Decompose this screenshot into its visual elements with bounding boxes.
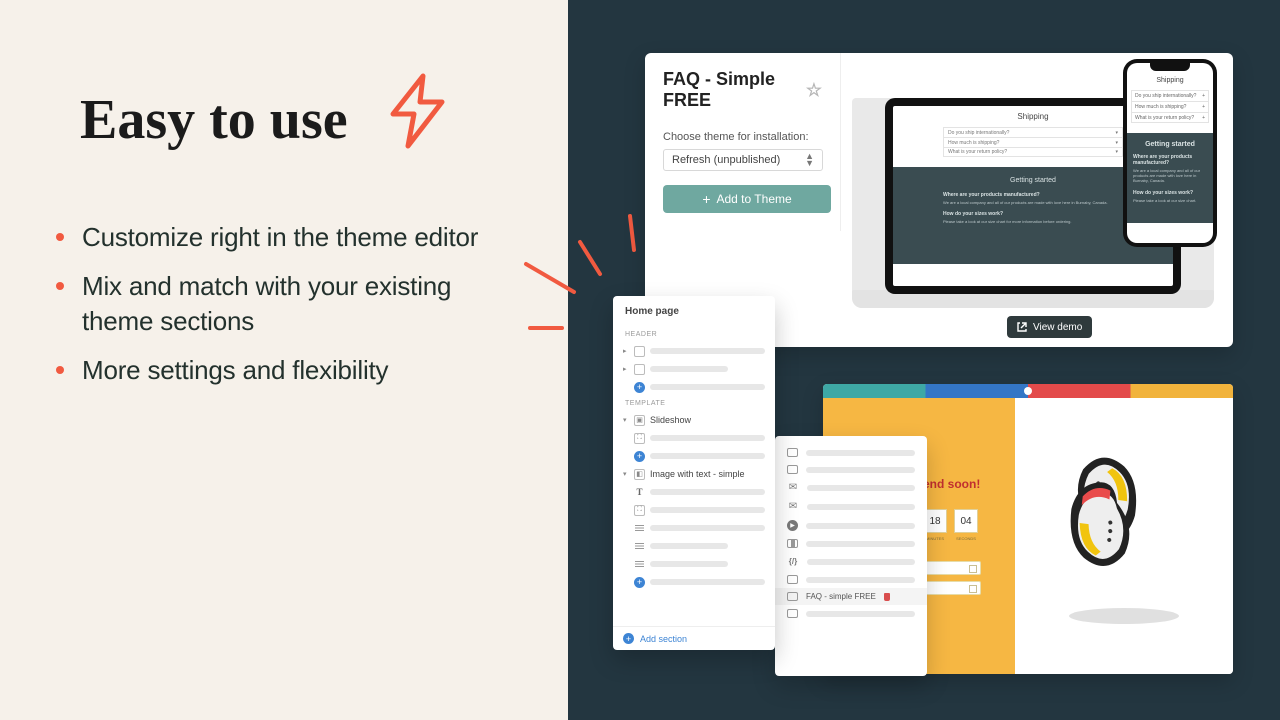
editor-row-add[interactable]: + [613,573,775,591]
editor-row[interactable] [613,537,775,555]
editor-row[interactable] [613,555,775,573]
phone-mockup: Shipping Do you ship internationally?+ H… [1123,59,1217,247]
expand-icon: ⛶ [634,433,645,444]
theme-editor-panel: Home page HEADER ▸ ▸ + TEMPLATE ▾▣Slides… [613,296,775,650]
favorite-star-icon[interactable]: ☆ [806,80,822,101]
editor-row-add[interactable]: + [613,378,775,396]
faq-row[interactable]: Do you ship internationally?▾ [943,127,1123,137]
tag-chip-icon [884,593,890,601]
paragraph-icon [634,559,645,570]
install-panel: FAQ - Simple FREE ☆ Choose theme for ins… [645,53,841,231]
header-label: HEADER [613,327,775,342]
promo-input[interactable] [923,581,981,595]
faq-question: How do your sizes work? [943,211,1123,217]
add-icon: + [623,633,634,644]
editor-row-slideshow[interactable]: ▾▣Slideshow [613,411,775,429]
faq-row[interactable]: What is your return policy?▾ [943,147,1123,157]
phone-section-title: Shipping [1127,77,1213,84]
section-row[interactable] [775,444,927,461]
sections-panel: ✉ ✉ ▶ {/} FAQ - simple FREE [775,436,927,676]
add-icon: + [634,382,645,393]
product-image [1015,398,1233,674]
section-row[interactable]: {/} [775,552,927,571]
timer-cell: 04 [954,509,978,533]
image-icon: ▣ [634,415,645,426]
plus-icon: + [702,192,710,206]
phone-notch [1150,63,1190,71]
mail-icon: ✉ [787,501,799,512]
play-icon: ▶ [787,520,798,531]
text-icon: T [634,487,645,498]
bullet-item: Mix and match with your existing theme s… [56,269,526,339]
add-to-theme-button[interactable]: + Add to Theme [663,185,831,213]
faq-answer: We are a local company and all of our pr… [1133,168,1207,184]
braces-icon: {/} [787,556,799,567]
section-row[interactable] [775,571,927,588]
app-title: FAQ - Simple FREE [663,69,798,111]
faq-row[interactable]: How much is shipping?+ [1131,101,1209,112]
editor-row[interactable]: ▸ [613,342,775,360]
editor-row[interactable] [613,519,775,537]
expand-icon: ⛶ [634,505,645,516]
editor-row-image-text[interactable]: ▾◧Image with text - simple [613,465,775,483]
editor-row[interactable]: ▸ [613,360,775,378]
editor-row[interactable]: T [613,483,775,501]
paragraph-icon [634,523,645,534]
mail-icon: ✉ [787,482,799,493]
section-row[interactable] [775,535,927,552]
template-label: TEMPLATE [613,396,775,411]
add-section-button[interactable]: + Add section [613,626,775,650]
view-demo-label: View demo [1033,322,1082,333]
split-icon [787,539,798,548]
promo-input[interactable] [923,561,981,575]
add-to-theme-label: Add to Theme [717,192,792,206]
shoe-illustration [1039,436,1209,636]
section-icon [787,592,798,601]
add-icon: + [634,577,645,588]
faq-answer: We are a local company and all of our pr… [943,200,1123,205]
promo-headline: end soon! [923,477,1015,491]
faq-question: Where are your products manufactured? [943,192,1123,198]
timer-label: SECONDS [954,536,978,541]
section-row[interactable] [775,461,927,478]
section-row[interactable]: ✉ [775,497,927,516]
add-section-label: Add section [640,634,687,644]
editor-row-add[interactable]: + [613,447,775,465]
paragraph-icon [634,541,645,552]
select-arrows-icon: ▲▼ [805,153,814,167]
editor-row[interactable]: ⛶ [613,501,775,519]
view-demo-button[interactable]: View demo [1007,316,1092,338]
section-label: FAQ - simple FREE [806,592,876,601]
editor-title: Home page [613,296,775,327]
faq-row[interactable]: How much is shipping?▾ [943,137,1123,147]
bullet-item: More settings and flexibility [56,353,526,388]
getting-started-title: Getting started [943,177,1123,184]
faq-question: Where are your products manufactured? [1133,154,1207,166]
countdown-timer: 18 04 [923,509,1015,533]
section-row-highlighted[interactable]: FAQ - simple FREE [775,588,927,605]
theme-select[interactable]: Refresh (unpublished) ▲▼ [663,149,823,171]
left-column: Easy to use Customize right in the theme… [0,0,568,720]
faq-row[interactable]: What is your return policy?+ [1131,112,1209,123]
bullet-item: Customize right in the theme editor [56,220,526,255]
faq-answer: Please take a look at our size chart. [1133,198,1207,203]
theme-select-value: Refresh (unpublished) [672,154,780,166]
lightning-icon [386,72,450,150]
faq-row[interactable]: Do you ship internationally?+ [1131,90,1209,101]
layout-icon: ◧ [634,469,645,480]
feature-bullets: Customize right in the theme editor Mix … [56,220,526,402]
faq-answer: Please take a look at our size chart for… [943,219,1123,224]
choose-theme-label: Choose theme for installation: [663,131,822,143]
section-row[interactable]: ✉ [775,478,927,497]
add-icon: + [634,451,645,462]
color-strip [823,384,1233,398]
section-row[interactable] [775,605,927,622]
external-link-icon [1017,322,1027,332]
page-heading: Easy to use [80,88,348,152]
editor-row[interactable]: ⛶ [613,429,775,447]
faq-question: How do your sizes work? [1133,190,1207,196]
section-row[interactable]: ▶ [775,516,927,535]
getting-started-title: Getting started [1133,141,1207,148]
